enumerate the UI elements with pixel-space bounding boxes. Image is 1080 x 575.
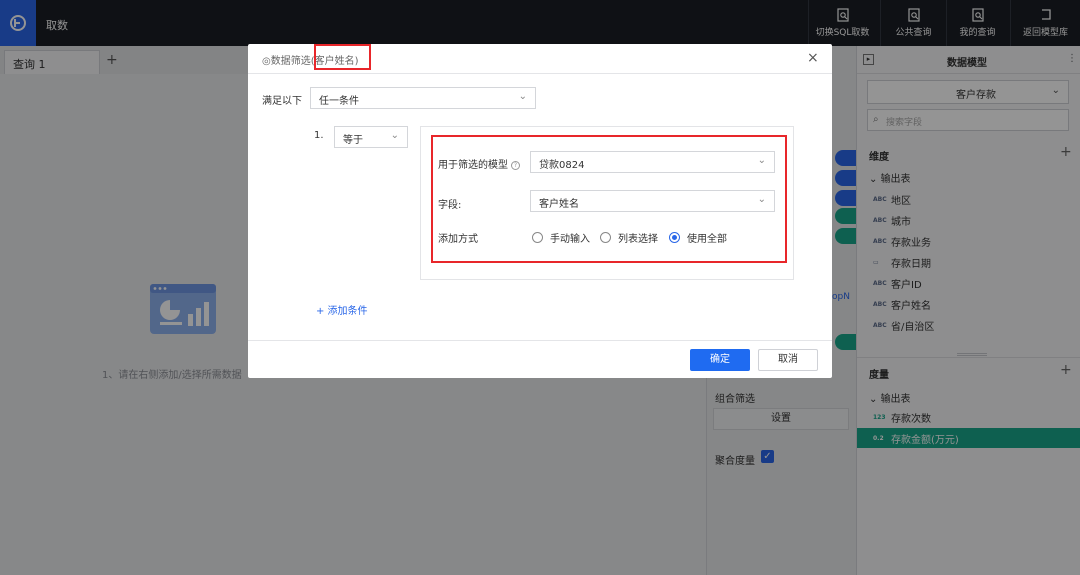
confirm-button[interactable]: 确定 (690, 349, 750, 371)
condition-index: 1. (314, 130, 324, 141)
close-icon[interactable]: × (807, 50, 819, 66)
satisfy-label: 满足以下 (262, 96, 302, 107)
chevron-down-icon: ⌄ (518, 91, 527, 102)
annotation-highlight-title (314, 44, 371, 70)
operator-select-value: 等于 (343, 135, 363, 146)
satisfy-select-value: 任一条件 (319, 96, 359, 107)
annotation-highlight-conditions (431, 135, 787, 263)
chevron-down-icon: ⌄ (390, 130, 399, 141)
add-condition-link[interactable]: + 添加条件 (316, 302, 368, 317)
operator-select[interactable]: 等于 ⌄ (334, 126, 408, 148)
cancel-button[interactable]: 取消 (758, 349, 818, 371)
satisfy-select[interactable]: 任一条件 ⌄ (310, 87, 536, 109)
